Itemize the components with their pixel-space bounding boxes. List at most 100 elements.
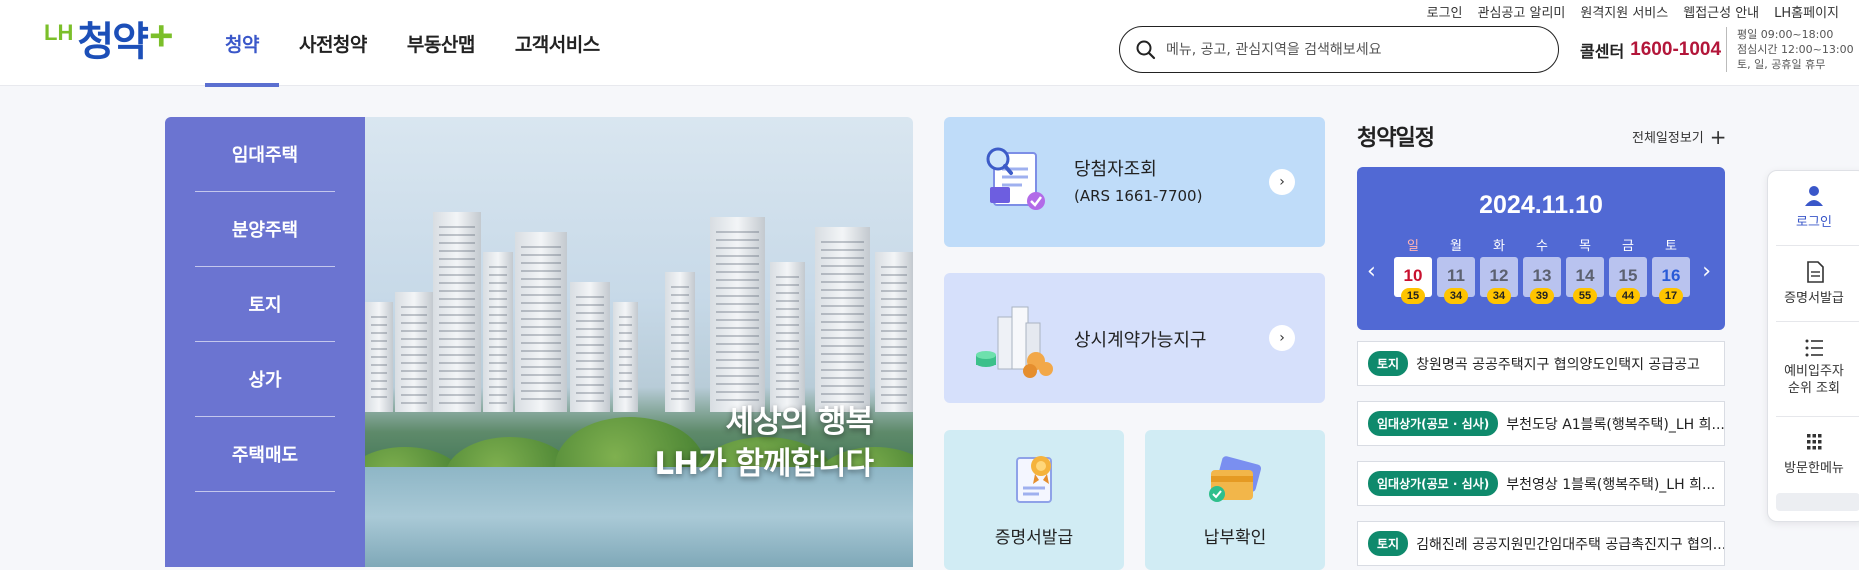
day-cell[interactable]: 13 39 <box>1523 257 1561 304</box>
day-number: 12 <box>1489 266 1509 285</box>
calendar-day: 목 14 55 <box>1566 235 1604 304</box>
day-number: 15 <box>1618 266 1638 285</box>
callcenter: 콜센터 1600-1004 <box>1580 38 1721 62</box>
side-item-house-sale[interactable]: 주택매도 <box>195 417 335 492</box>
contract-district-card[interactable]: 상시계약가능지구 › <box>944 273 1325 403</box>
day-of-week: 수 <box>1536 239 1548 254</box>
day-of-week: 목 <box>1579 239 1591 254</box>
count-badge: 55 <box>1573 288 1597 304</box>
util-login-link[interactable]: 로그인 <box>1427 2 1463 21</box>
view-all-schedule-link[interactable]: 전체일정보기 + <box>1632 124 1727 149</box>
payment-check-label: 납부확인 <box>1203 528 1267 548</box>
day-of-week: 화 <box>1493 239 1505 254</box>
day-cell[interactable]: 14 55 <box>1566 257 1604 304</box>
day-of-week: 월 <box>1450 239 1462 254</box>
notice-item[interactable]: 토지 창원명곡 공공주택지구 협의양도인택지 공급공고 <box>1357 341 1725 386</box>
notice-text: 부천도당 A1블록(행복주택)_LH 희... <box>1506 416 1725 433</box>
callcenter-number: 1600-1004 <box>1630 39 1722 60</box>
day-of-week: 금 <box>1622 239 1634 254</box>
notice-tag: 토지 <box>1368 531 1409 556</box>
certificate-icon <box>1016 456 1052 503</box>
logo-lh: LH <box>44 20 74 45</box>
logo-plus: + <box>148 12 174 59</box>
quick-certificate[interactable]: 증명서발급 <box>1768 261 1859 306</box>
schedule-calendar: 2024.11.10 ‹ › 일 10 15 월 11 34 화 12 34 수 13… <box>1357 167 1725 330</box>
hero-slogan: 세상의 행복 LH가 함께합니다 <box>654 401 874 485</box>
side-menu: 임대주택 분양주택 토지 상가 주택매도 <box>165 117 365 567</box>
side-item-commercial[interactable]: 상가 <box>195 342 335 417</box>
quick-menu-scroll-handle[interactable] <box>1776 493 1859 511</box>
contract-district-title: 상시계약가능지구 <box>1074 330 1207 351</box>
nav-item-real-estate-map[interactable]: 부동산맵 <box>387 0 495 86</box>
notice-tag: 토지 <box>1368 351 1409 376</box>
hours-weekday: 평일 09:00~18:00 <box>1737 28 1834 41</box>
side-item-land[interactable]: 토지 <box>195 267 335 342</box>
notice-text: 부천영상 1블록(행복주택)_LH 희... <box>1506 476 1716 493</box>
search-icon[interactable] <box>1136 40 1156 60</box>
certificate-label: 증명서발급 <box>994 528 1074 548</box>
main-nav: 청약 사전청약 부동산맵 고객서비스 <box>205 0 620 87</box>
notice-item[interactable]: 임대상가(공모 · 심사) 부천영상 1블록(행복주택)_LH 희... <box>1357 461 1725 506</box>
day-number: 13 <box>1532 266 1552 285</box>
search-input[interactable] <box>1166 41 1526 58</box>
day-number: 10 <box>1403 266 1423 285</box>
quick-waitlist-label-1: 예비입주자 <box>1784 364 1844 379</box>
day-cell[interactable]: 11 34 <box>1437 257 1475 304</box>
quick-login[interactable]: 로그인 <box>1768 185 1859 230</box>
calendar-day: 토 16 17 <box>1652 235 1690 304</box>
notice-tag: 임대상가(공모 · 심사) <box>1368 411 1499 436</box>
count-badge: 34 <box>1444 288 1468 304</box>
chevron-right-icon[interactable]: › <box>1269 325 1295 351</box>
nav-item-pre-subscription[interactable]: 사전청약 <box>279 0 387 86</box>
hero-banner[interactable]: 세상의 행복 LH가 함께합니다 <box>365 117 913 567</box>
quick-recent-label: 방문한메뉴 <box>1784 461 1844 476</box>
quick-login-label: 로그인 <box>1796 215 1832 230</box>
payment-check-card[interactable]: 납부확인 <box>1145 430 1325 570</box>
util-lh-home-link[interactable]: LH홈페이지 <box>1774 2 1839 21</box>
logo[interactable]: LH 청약 + <box>44 14 173 66</box>
hours-holiday: 토, 일, 공휴일 휴무 <box>1737 58 1826 71</box>
quick-waitlist-label-2: 순위 조회 <box>1788 381 1840 396</box>
side-item-rental-housing[interactable]: 임대주택 <box>195 117 335 192</box>
nav-item-customer-service[interactable]: 고객서비스 <box>495 0 620 86</box>
day-cell[interactable]: 16 17 <box>1652 257 1690 304</box>
day-of-week: 일 <box>1407 239 1419 254</box>
logo-name: 청약 <box>77 19 149 65</box>
count-badge: 15 <box>1401 288 1425 304</box>
day-cell[interactable]: 12 34 <box>1480 257 1518 304</box>
count-badge: 44 <box>1616 288 1640 304</box>
header: LH 청약 + 청약 사전청약 부동산맵 고객서비스 로그인 관심공고 알리미 … <box>0 0 1859 87</box>
notice-text: 김해진례 공공지원민간임대주택 공급촉진지구 협의... <box>1416 536 1725 553</box>
count-badge: 17 <box>1659 288 1683 304</box>
notice-item[interactable]: 임대상가(공모 · 심사) 부천도당 A1블록(행복주택)_LH 희... <box>1357 401 1725 446</box>
hero-line-1: 세상의 행복 <box>725 404 874 440</box>
certificate-card[interactable]: 증명서발급 <box>944 430 1124 570</box>
document-icon <box>1807 261 1824 283</box>
quick-menu: 로그인 증명서발급 예비입주자 순위 조회 방문한메뉴 <box>1767 170 1859 522</box>
day-number: 16 <box>1661 266 1681 285</box>
util-accessibility-link[interactable]: 웹접근성 안내 <box>1683 2 1759 21</box>
util-remote-support-link[interactable]: 원격지원 서비스 <box>1580 2 1668 21</box>
day-number: 14 <box>1575 266 1595 285</box>
nav-item-subscription[interactable]: 청약 <box>205 0 279 87</box>
day-cell[interactable]: 15 44 <box>1609 257 1647 304</box>
quick-certificate-label: 증명서발급 <box>1784 291 1844 306</box>
notice-item[interactable]: 토지 김해진례 공공지원민간임대주택 공급촉진지구 협의... <box>1357 521 1725 566</box>
callcenter-label: 콜센터 <box>1580 42 1625 61</box>
count-badge: 39 <box>1530 288 1554 304</box>
util-alert-link[interactable]: 관심공고 알리미 <box>1478 2 1566 21</box>
side-item-sale-housing[interactable]: 분양주택 <box>195 192 335 267</box>
count-badge: 34 <box>1487 288 1511 304</box>
quick-waitlist-rank[interactable]: 예비입주자 순위 조회 <box>1768 337 1859 397</box>
day-cell-selected[interactable]: 10 15 <box>1394 257 1432 304</box>
prev-week-icon[interactable]: ‹ <box>1367 259 1376 284</box>
next-week-icon[interactable]: › <box>1702 259 1711 284</box>
chevron-right-icon[interactable]: › <box>1269 169 1295 195</box>
search-box <box>1119 26 1559 73</box>
calendar-date: 2024.11.10 <box>1479 191 1603 219</box>
plus-icon: + <box>1709 124 1727 149</box>
quick-recent-menu[interactable]: 방문한메뉴 <box>1768 431 1859 476</box>
hero-line-2: LH가 함께합니다 <box>654 446 874 482</box>
day-of-week: 토 <box>1665 239 1677 254</box>
winner-lookup-card[interactable]: 당첨자조회 (ARS 1661-7700) › <box>944 117 1325 247</box>
